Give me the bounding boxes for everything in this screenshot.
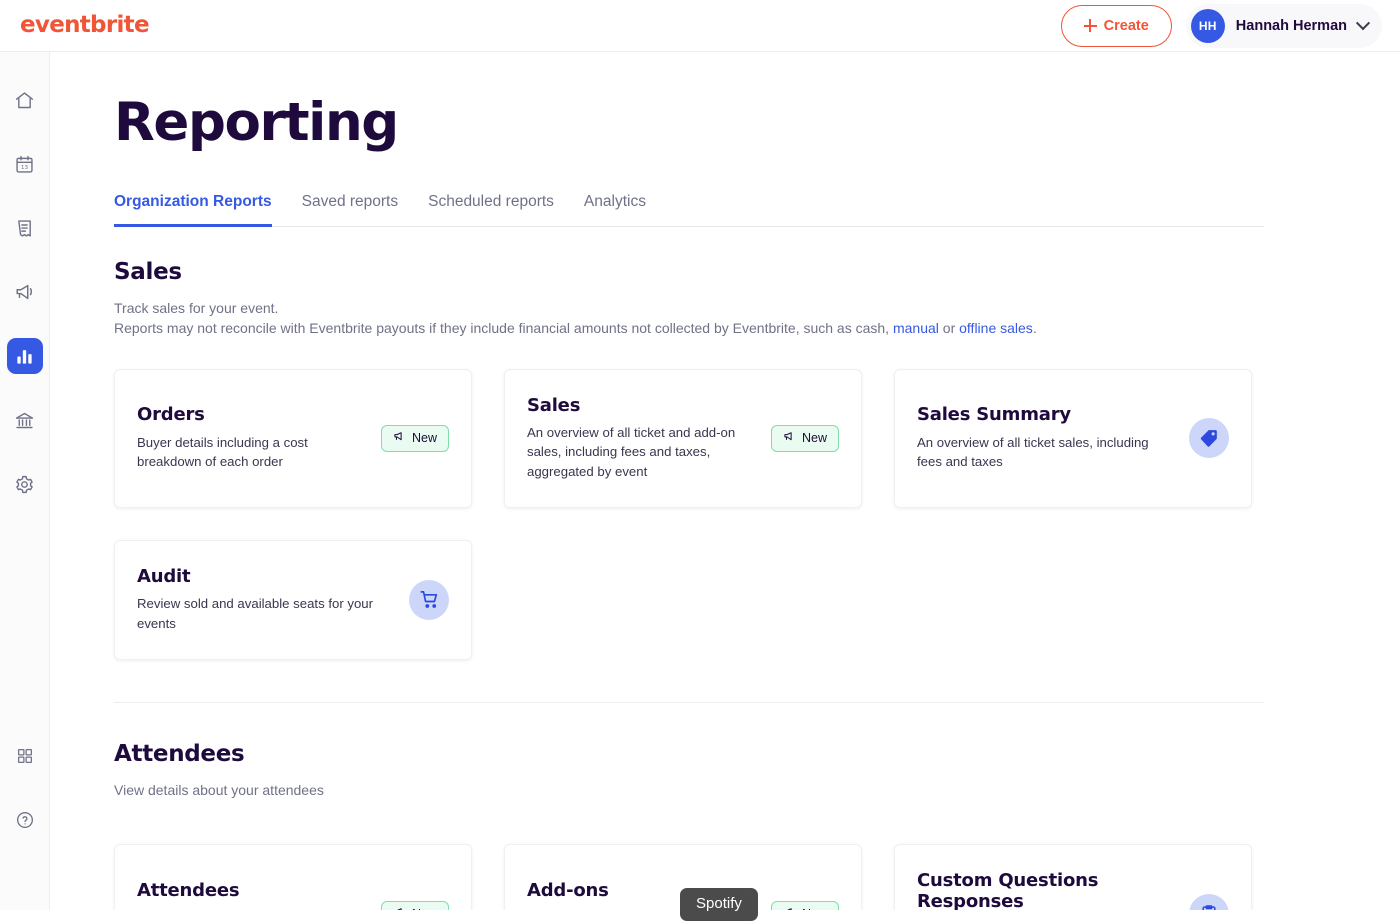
- offline-sales-link[interactable]: offline sales: [959, 320, 1033, 336]
- new-badge: New: [380, 900, 449, 910]
- tab-saved-reports[interactable]: Saved reports: [302, 193, 399, 227]
- card-title: Custom Questions Responses: [917, 870, 1099, 910]
- sales-section-description: Track sales for your event. Reports may …: [114, 298, 1400, 339]
- bar-chart-icon: [15, 347, 34, 366]
- card-title: Attendees: [137, 880, 240, 902]
- tab-scheduled-reports[interactable]: Scheduled reports: [428, 193, 554, 227]
- sidebar-item-home[interactable]: [7, 82, 43, 118]
- sales-desc-line2-pre: Reports may not reconcile with Eventbrit…: [114, 320, 893, 337]
- chevron-down-icon: [1355, 15, 1371, 30]
- attendees-section-description: View details about your attendees: [114, 781, 324, 798]
- card-body: Audit Review sold and available seats fo…: [137, 565, 397, 633]
- topbar-right-group: Create HH Hannah Herman: [1060, 3, 1400, 48]
- sidebar-item-marketing[interactable]: [7, 274, 43, 310]
- card-body: Attendees List of each attendee, includi…: [137, 881, 369, 910]
- card-title: Sales Summary: [917, 404, 1071, 426]
- sidebar-item-events[interactable]: 13: [7, 146, 43, 182]
- report-card-sales[interactable]: Sales An overview of all ticket and add-…: [504, 368, 862, 508]
- attendees-section: Attendees View details about your attend…: [114, 741, 1400, 910]
- tab-organization-reports[interactable]: Organization Reports: [114, 193, 272, 227]
- card-body: Sales An overview of all ticket and add-…: [527, 394, 759, 481]
- report-card-custom-questions-responses[interactable]: Custom Questions Responses Review attend…: [894, 844, 1252, 910]
- eventbrite-logo[interactable]: eventbrite: [20, 14, 150, 37]
- report-card-sales-summary[interactable]: Sales Summary An overview of all ticket …: [894, 368, 1252, 508]
- sidebar-item-orders[interactable]: [7, 210, 43, 246]
- new-badge: New: [380, 424, 449, 452]
- top-navigation-bar: eventbrite Create HH Hannah Herman: [0, 0, 1400, 52]
- calendar-icon: 13: [14, 154, 35, 175]
- sales-section: Sales Track sales for your event. Report…: [114, 259, 1400, 660]
- grid-apps-icon: [16, 747, 34, 765]
- sales-desc-line2-end: .: [1032, 320, 1037, 337]
- spotify-tooltip: Spotify: [680, 888, 758, 921]
- card-description: An overview of all ticket and add-on sal…: [527, 425, 736, 479]
- page-title: Reporting: [114, 92, 399, 153]
- card-description: An overview of all ticket sales, includi…: [917, 434, 1149, 469]
- plus-icon: [1083, 19, 1097, 32]
- sales-report-cards: Orders Buyer details including a cost br…: [114, 368, 1254, 660]
- card-title: Sales: [527, 394, 581, 416]
- card-body: Orders Buyer details including a cost br…: [137, 404, 369, 471]
- megaphone-icon: [393, 906, 406, 910]
- main-content-area: Reporting Organization Reports Saved rep…: [50, 52, 1400, 910]
- report-card-audit[interactable]: Audit Review sold and available seats fo…: [114, 539, 472, 660]
- megaphone-icon: [14, 281, 36, 303]
- sidebar-item-reporting[interactable]: [6, 338, 43, 374]
- attendees-section-title: Attendees: [114, 740, 245, 767]
- card-description: Buyer details including a cost breakdown…: [137, 434, 308, 469]
- user-name-label: Hannah Herman: [1235, 17, 1347, 34]
- create-button[interactable]: Create: [1060, 4, 1172, 47]
- gear-icon: [14, 474, 35, 495]
- sidebar-item-help[interactable]: [7, 802, 43, 838]
- card-description: Review sold and available seats for your…: [137, 596, 374, 631]
- bank-icon: [14, 410, 35, 431]
- tab-analytics[interactable]: Analytics: [584, 193, 646, 227]
- help-circle-icon: [15, 810, 35, 830]
- megaphone-icon: [393, 430, 406, 446]
- reporting-tabs: Organization Reports Saved reports Sched…: [114, 193, 1264, 227]
- sidebar-item-finance[interactable]: [7, 402, 43, 438]
- new-badge-label: New: [411, 431, 437, 446]
- left-sidebar-nav: 13: [0, 52, 50, 910]
- manual-link[interactable]: manual: [893, 320, 939, 336]
- create-button-label: Create: [1103, 17, 1149, 34]
- shopping-cart-icon: [409, 579, 449, 620]
- new-badge-label: New: [801, 431, 827, 446]
- clipboard-icon: [1189, 894, 1229, 910]
- card-title: Audit: [137, 565, 191, 587]
- home-icon: [14, 90, 35, 111]
- report-card-orders[interactable]: Orders Buyer details including a cost br…: [114, 368, 472, 508]
- new-badge: New: [770, 424, 839, 452]
- card-title: Orders: [137, 404, 205, 426]
- sales-section-title: Sales: [114, 259, 182, 285]
- receipt-icon: [14, 218, 35, 239]
- section-divider: [114, 701, 1264, 703]
- sales-desc-line2: Reports may not reconcile with Eventbrit…: [114, 318, 1400, 338]
- sales-desc-line1: Track sales for your event.: [114, 300, 279, 316]
- svg-text:13: 13: [21, 164, 29, 170]
- sales-desc-line2-mid: or: [938, 320, 960, 337]
- card-body: Custom Questions Responses Review attend…: [917, 870, 1177, 910]
- report-card-attendees[interactable]: Attendees List of each attendee, includi…: [114, 844, 472, 910]
- sidebar-item-apps[interactable]: [7, 738, 43, 774]
- sidebar-item-settings[interactable]: [7, 466, 43, 502]
- megaphone-icon: [783, 906, 796, 910]
- tag-icon: [1189, 418, 1229, 459]
- new-badge: New: [770, 900, 839, 910]
- card-body: Sales Summary An overview of all ticket …: [917, 404, 1177, 471]
- user-account-menu[interactable]: HH Hannah Herman: [1185, 3, 1382, 48]
- avatar: HH: [1190, 8, 1225, 43]
- megaphone-icon: [783, 430, 796, 446]
